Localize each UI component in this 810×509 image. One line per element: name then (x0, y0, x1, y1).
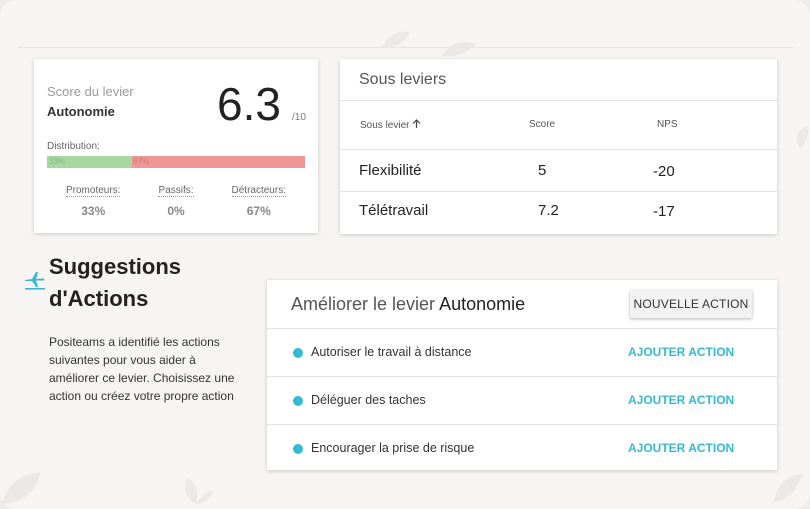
sub-lever-name: Flexibilité (359, 162, 422, 179)
leaf-decoration-icon (176, 476, 216, 506)
leaf-decoration-icon (0, 466, 50, 506)
distribution-label: Distribution: (47, 141, 100, 152)
score-max: /10 (292, 112, 306, 123)
stat-value: 0% (167, 204, 185, 218)
new-action-button[interactable]: NOUVELLE ACTION (630, 290, 752, 318)
sub-lever-score: 5 (538, 162, 547, 179)
actions-title-lever: Autonomie (439, 294, 526, 314)
suggestions-title: Suggestions d'Actions (49, 251, 181, 315)
actions-title-prefix: Améliorer le levier (291, 294, 436, 314)
lever-score-card: Score du levier Autonomie 6.3 /10 Distri… (34, 59, 318, 233)
bullet-icon (293, 444, 303, 454)
action-label: Encourager la prise de risque (311, 441, 475, 455)
sub-lever-name: Télétravail (359, 202, 429, 219)
column-header-nps[interactable]: NPS (657, 119, 678, 130)
add-action-button[interactable]: AJOUTER ACTION (628, 393, 734, 407)
sub-lever-nps: -17 (653, 203, 675, 220)
actions-card: Améliorer le levier Autonomie NOUVELLE A… (267, 280, 777, 470)
action-label: Déléguer des taches (311, 393, 426, 407)
distribution-bar: 33% 67% (47, 156, 305, 168)
divider (340, 100, 777, 101)
divider (340, 191, 777, 192)
action-label: Autoriser le travail à distance (311, 345, 472, 359)
plane-icon (23, 270, 47, 295)
bullet-icon (293, 348, 303, 358)
stat-promoters: Promoteurs: 33% (66, 180, 121, 218)
action-item: Déléguer des taches AJOUTER ACTION (267, 376, 777, 424)
suggestions-description: Positeams a identifié les actions suivan… (49, 335, 235, 403)
column-header-name[interactable]: Sous levier (360, 119, 421, 131)
lever-name: Autonomie (47, 104, 115, 119)
column-header-label: Sous levier (360, 120, 410, 131)
leaf-decoration-icon (792, 124, 810, 150)
distribution-detractors-segment: 67% (132, 156, 305, 168)
arrow-up-icon (412, 119, 421, 131)
divider (340, 149, 777, 150)
app-frame: Score du levier Autonomie 6.3 /10 Distri… (0, 0, 810, 509)
column-header-score[interactable]: Score (529, 119, 555, 130)
stat-title: Promoteurs: (66, 185, 121, 197)
add-action-button[interactable]: AJOUTER ACTION (628, 345, 734, 359)
distribution-stats: Promoteurs: 33% Passifs: 0% Détracteurs:… (47, 180, 305, 218)
sub-levers-title: Sous leviers (359, 71, 447, 88)
bullet-icon (293, 396, 303, 406)
stat-title: Détracteurs: (231, 185, 286, 197)
score-value: 6.3 (217, 78, 281, 130)
stat-title: Passifs: (158, 185, 194, 197)
stat-value: 33% (81, 204, 106, 218)
stat-detractors: Détracteurs: 67% (231, 180, 286, 218)
sub-lever-score: 7.2 (538, 202, 559, 219)
suggestions-title-line1: Suggestions (49, 254, 182, 279)
action-item: Encourager la prise de risque AJOUTER AC… (267, 424, 777, 470)
sub-lever-nps: -20 (653, 163, 675, 180)
leaf-decoration-icon (440, 38, 480, 58)
stat-passives: Passifs: 0% (158, 180, 194, 218)
sub-levers-card: Sous leviers Sous levier Score NPS Flexi… (340, 59, 777, 234)
add-action-button[interactable]: AJOUTER ACTION (628, 441, 734, 455)
suggestions-title-line2: d'Actions (49, 286, 149, 311)
score-label: Score du levier (47, 84, 134, 99)
leaf-decoration-icon (380, 28, 420, 50)
leaf-decoration-icon (770, 470, 804, 504)
distribution-promoters-segment: 33% (47, 156, 133, 168)
action-item: Autoriser le travail à distance AJOUTER … (267, 328, 777, 376)
stat-value: 67% (246, 204, 271, 218)
actions-title: Améliorer le levier Autonomie (291, 294, 525, 315)
